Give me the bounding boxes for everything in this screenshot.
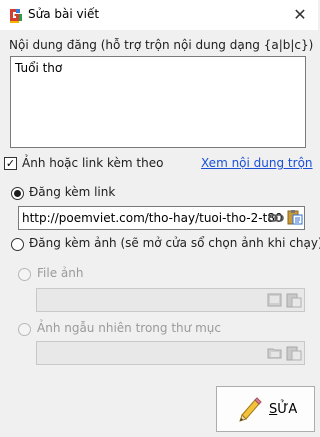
attach-checkbox-label: Ảnh hoặc link kèm theo (22, 156, 164, 170)
clipboard-paste-icon[interactable] (287, 209, 303, 225)
image-option-label: Đăng kèm ảnh (sẽ mở cửa sổ chọn ảnh khi … (29, 236, 320, 250)
submit-button-label: SỬA (269, 402, 298, 417)
pencil-icon (239, 397, 262, 422)
submit-edit-button[interactable]: SỬA (216, 386, 315, 432)
content-text: Tuổi thơ (15, 61, 63, 75)
file-image-label: File ảnh (37, 266, 84, 280)
google-plus-g-icon (7, 7, 23, 23)
random-image-label: Ảnh ngẫu nhiên trong thư mục (37, 321, 221, 335)
checkmark-icon: ✓ (5, 157, 16, 170)
title-bar: Sửa bài viết ✕ (0, 0, 318, 30)
link-url-input[interactable]: http://poemviet.com/tho-hay/tuoi-tho-2-t… (18, 206, 305, 230)
attach-checkbox[interactable]: ✓ (4, 157, 17, 170)
link-option-label: Đăng kèm link (29, 185, 116, 199)
random-image-radio[interactable] (18, 323, 31, 336)
window-title: Sửa bài viết (28, 7, 100, 21)
content-label: Nội dung đăng (hỗ trợ trộn nội dung dạng… (9, 38, 314, 52)
preview-merged-content-link[interactable]: Xem nội dung trộn (201, 156, 313, 170)
random-image-folder-input[interactable] (36, 341, 305, 365)
close-button[interactable]: ✕ (288, 4, 312, 26)
clipboard-paste-icon[interactable] (286, 292, 302, 308)
close-icon: ✕ (293, 5, 307, 24)
link-url-text: http://poemviet.com/tho-hay/tuoi-tho-2-t… (22, 211, 283, 225)
file-image-input[interactable] (36, 288, 305, 312)
image-file-icon[interactable] (267, 292, 283, 308)
chain-link-icon[interactable] (268, 210, 284, 226)
folder-icon[interactable] (267, 345, 283, 361)
content-textarea[interactable]: Tuổi thơ (10, 56, 306, 148)
link-option-radio[interactable] (11, 187, 24, 200)
image-option-radio[interactable] (11, 238, 24, 251)
clipboard-paste-icon[interactable] (286, 345, 302, 361)
file-image-radio[interactable] (18, 268, 31, 281)
